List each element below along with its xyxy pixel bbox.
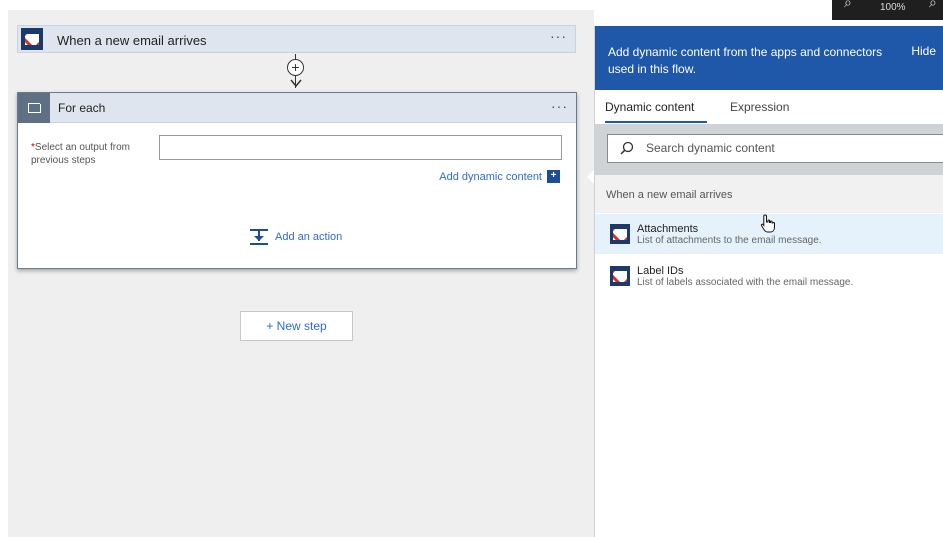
new-step-button[interactable]: + New step xyxy=(240,311,353,341)
gmail-icon xyxy=(610,224,630,244)
zoom-level: 100% xyxy=(880,2,906,13)
tab-expression[interactable]: Expression xyxy=(730,100,789,114)
search-icon xyxy=(620,141,634,155)
hand-cursor-icon xyxy=(760,214,775,233)
zoom-in-icon[interactable]: ⌕ xyxy=(929,0,937,11)
for-each-card: For each ··· *Select an output from prev… xyxy=(17,92,577,269)
for-each-menu-button[interactable]: ··· xyxy=(551,98,568,114)
search-input[interactable] xyxy=(646,141,926,155)
dynamic-item-label-ids[interactable]: Label IDs List of labels associated with… xyxy=(595,256,943,296)
trigger-menu-button[interactable]: ··· xyxy=(550,28,567,44)
add-dynamic-content-label: Add dynamic content xyxy=(439,170,542,183)
search-strip xyxy=(595,124,943,175)
flow-designer-canvas xyxy=(8,10,594,537)
add-dynamic-content-link[interactable]: Add dynamic content + xyxy=(439,170,560,183)
dynamic-item-name: Attachments xyxy=(637,223,699,235)
zoom-controls: ⌕ 100% ⌕ xyxy=(832,0,943,20)
arrow-down-icon xyxy=(290,79,302,88)
select-output-field[interactable] xyxy=(159,135,562,160)
insert-step-plus-icon[interactable]: + xyxy=(287,59,304,76)
tab-dynamic-content-label: Dynamic content xyxy=(605,100,695,114)
for-each-header[interactable]: For each ··· xyxy=(18,93,576,123)
add-action-icon xyxy=(249,229,269,245)
dynamic-content-panel: Add dynamic content from the apps and co… xyxy=(594,26,943,537)
trigger-title: When a new email arrives xyxy=(57,33,207,48)
select-output-label: *Select an output from previous steps xyxy=(31,141,151,167)
gmail-icon xyxy=(21,28,43,50)
gmail-icon xyxy=(610,266,630,286)
panel-header: Add dynamic content from the apps and co… xyxy=(595,26,943,90)
search-box[interactable] xyxy=(607,134,943,163)
dynamic-item-name: Label IDs xyxy=(637,265,684,277)
loop-icon xyxy=(18,93,50,123)
add-action-button[interactable]: Add an action xyxy=(249,229,342,245)
hide-panel-button[interactable]: Hide xyxy=(911,44,936,58)
dynamic-item-description: List of attachments to the email message… xyxy=(637,235,822,246)
dynamic-item-description: List of labels associated with the email… xyxy=(637,277,854,288)
tab-dynamic-content[interactable]: Dynamic content xyxy=(605,100,707,123)
panel-tabs: Dynamic content Expression xyxy=(595,90,943,124)
for-each-title: For each xyxy=(58,101,106,115)
panel-header-message: Add dynamic content from the apps and co… xyxy=(608,45,883,76)
trigger-card-new-email[interactable]: When a new email arrives ··· xyxy=(17,25,576,53)
add-action-label: Add an action xyxy=(275,231,343,243)
dynamic-item-attachments[interactable]: Attachments List of attachments to the e… xyxy=(595,214,943,254)
section-title-trigger: When a new email arrives xyxy=(595,175,943,213)
add-dynamic-plus-icon: + xyxy=(547,170,560,183)
select-output-label-text: Select an output from previous steps xyxy=(31,142,130,166)
active-tab-underline xyxy=(605,121,707,123)
zoom-out-icon[interactable]: ⌕ xyxy=(844,0,852,11)
